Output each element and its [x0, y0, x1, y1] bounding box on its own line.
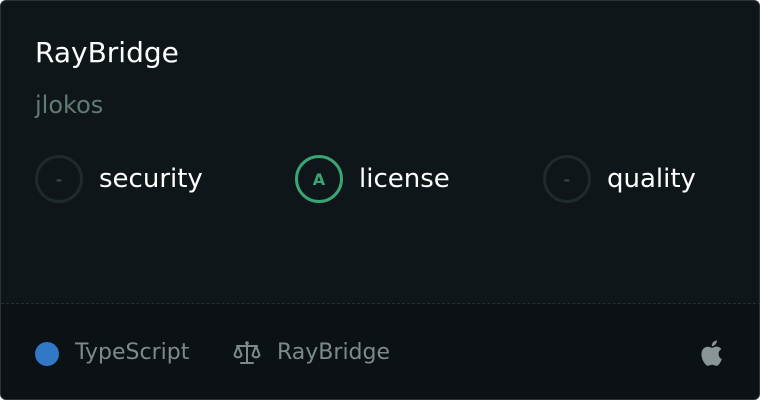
- quality-label: quality: [607, 164, 696, 194]
- card-footer: TypeScript RayBridge: [1, 303, 759, 399]
- score-license: A license: [295, 155, 450, 203]
- security-label: security: [99, 164, 203, 194]
- language-name: TypeScript: [75, 340, 190, 365]
- license-label: license: [359, 164, 450, 194]
- score-security: - security: [35, 155, 203, 203]
- score-quality: - quality: [543, 155, 696, 203]
- score-row: - security A license - quality: [1, 155, 759, 203]
- scale-icon: [233, 341, 261, 364]
- language-color-dot: [35, 342, 59, 366]
- license-grade-badge: A: [295, 155, 343, 203]
- apple-icon: [701, 340, 722, 366]
- repo-owner[interactable]: jlokos: [35, 89, 103, 121]
- license-name: RayBridge: [277, 340, 391, 365]
- security-grade-badge: -: [35, 155, 83, 203]
- repo-name[interactable]: RayBridge: [35, 35, 179, 71]
- repo-card[interactable]: RayBridge jlokos - security A license - …: [0, 0, 760, 400]
- quality-grade-badge: -: [543, 155, 591, 203]
